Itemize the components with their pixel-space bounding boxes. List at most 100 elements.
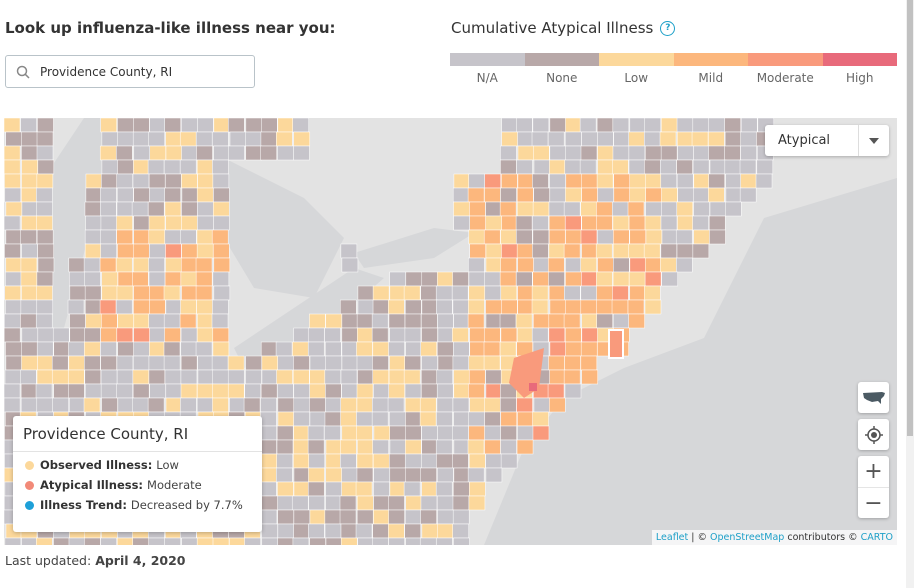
- county[interactable]: [179, 313, 197, 329]
- county[interactable]: [341, 327, 359, 343]
- county[interactable]: [85, 215, 102, 231]
- county[interactable]: [21, 159, 38, 175]
- county[interactable]: [148, 131, 165, 147]
- county[interactable]: [164, 327, 181, 343]
- county[interactable]: [404, 327, 422, 343]
- county[interactable]: [133, 159, 150, 175]
- county[interactable]: [35, 537, 53, 545]
- county[interactable]: [548, 397, 566, 413]
- county[interactable]: [69, 327, 87, 343]
- county[interactable]: [356, 313, 374, 329]
- county[interactable]: [628, 145, 646, 161]
- county[interactable]: [515, 229, 533, 245]
- county[interactable]: [565, 229, 582, 245]
- county[interactable]: [276, 467, 293, 483]
- county[interactable]: [421, 313, 438, 329]
- county[interactable]: [581, 313, 598, 329]
- county[interactable]: [389, 481, 407, 497]
- county[interactable]: [563, 369, 581, 385]
- county[interactable]: [293, 425, 310, 441]
- county[interactable]: [195, 285, 213, 301]
- county[interactable]: [693, 229, 710, 245]
- county[interactable]: [453, 481, 470, 497]
- county[interactable]: [517, 145, 535, 161]
- county[interactable]: [501, 299, 518, 315]
- county[interactable]: [533, 257, 550, 273]
- county[interactable]: [371, 313, 389, 329]
- county[interactable]: [309, 397, 326, 413]
- county[interactable]: [275, 341, 293, 357]
- county[interactable]: [531, 131, 549, 147]
- county[interactable]: [21, 131, 38, 147]
- county[interactable]: [453, 201, 470, 217]
- county[interactable]: [708, 145, 725, 161]
- county[interactable]: [533, 145, 550, 161]
- county[interactable]: [277, 355, 294, 371]
- county[interactable]: [372, 355, 389, 371]
- county[interactable]: [149, 383, 166, 399]
- county[interactable]: [437, 341, 454, 357]
- county[interactable]: [436, 537, 453, 545]
- county[interactable]: [117, 397, 135, 413]
- county[interactable]: [100, 327, 117, 343]
- map[interactable]: Atypical + − Leaflet | © OpenStreetMap c…: [4, 118, 897, 545]
- county[interactable]: [309, 509, 327, 525]
- county[interactable]: [165, 215, 182, 231]
- county[interactable]: [356, 509, 374, 525]
- county[interactable]: [68, 537, 86, 545]
- county[interactable]: [340, 243, 358, 259]
- county[interactable]: [260, 481, 277, 497]
- county[interactable]: [148, 229, 166, 245]
- county[interactable]: [165, 131, 182, 147]
- county[interactable]: [676, 173, 694, 189]
- county[interactable]: [133, 118, 150, 133]
- county[interactable]: [613, 257, 630, 273]
- county[interactable]: [627, 201, 645, 217]
- county[interactable]: [244, 383, 262, 399]
- county[interactable]: [453, 215, 470, 231]
- county[interactable]: [452, 523, 469, 539]
- county[interactable]: [500, 327, 518, 343]
- county[interactable]: [388, 299, 405, 315]
- county[interactable]: [340, 523, 358, 539]
- county[interactable]: [37, 159, 55, 175]
- county[interactable]: [100, 355, 117, 371]
- county[interactable]: [660, 145, 678, 161]
- county[interactable]: [756, 159, 774, 175]
- county[interactable]: [739, 159, 757, 175]
- county[interactable]: [452, 187, 470, 203]
- county[interactable]: [213, 145, 231, 161]
- county[interactable]: [116, 383, 133, 399]
- county[interactable]: [133, 285, 150, 301]
- county[interactable]: [132, 243, 150, 259]
- county[interactable]: [181, 145, 198, 161]
- county[interactable]: [549, 159, 566, 175]
- county[interactable]: [693, 145, 710, 161]
- county[interactable]: [356, 411, 373, 427]
- county[interactable]: [180, 397, 197, 413]
- county[interactable]: [612, 145, 630, 161]
- county[interactable]: [325, 397, 342, 413]
- county[interactable]: [405, 271, 423, 287]
- county[interactable]: [21, 173, 38, 189]
- county[interactable]: [388, 523, 405, 539]
- county[interactable]: [421, 369, 438, 385]
- county[interactable]: [148, 313, 165, 329]
- county[interactable]: [517, 201, 534, 217]
- county[interactable]: [533, 397, 551, 413]
- county[interactable]: [708, 173, 725, 189]
- county[interactable]: [675, 229, 693, 245]
- county[interactable]: [468, 257, 485, 273]
- county[interactable]: [21, 243, 38, 259]
- county[interactable]: [195, 131, 213, 147]
- county[interactable]: [420, 495, 438, 511]
- county[interactable]: [293, 411, 310, 427]
- county[interactable]: [421, 523, 439, 539]
- county[interactable]: [149, 118, 166, 133]
- county[interactable]: [452, 271, 469, 287]
- county[interactable]: [389, 285, 407, 301]
- county[interactable]: [500, 257, 517, 273]
- county[interactable]: [515, 313, 533, 329]
- county[interactable]: [692, 159, 710, 175]
- county[interactable]: [324, 509, 342, 525]
